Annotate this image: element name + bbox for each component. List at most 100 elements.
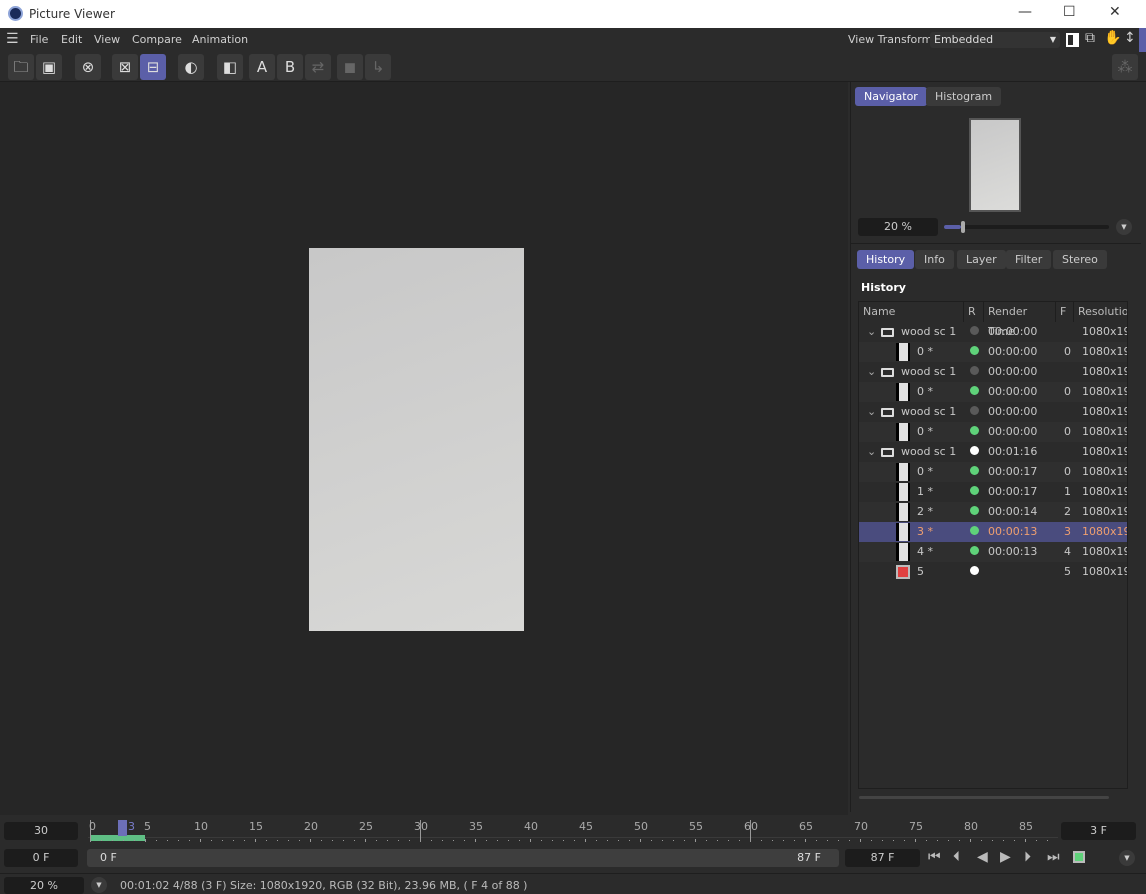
history-row[interactable]: 0 * 00:00:17 0 1080x192 <box>859 462 1127 482</box>
menu-compare[interactable]: Compare <box>132 33 182 46</box>
folder-icon <box>881 408 894 417</box>
zoom-slider-handle[interactable] <box>960 221 965 233</box>
open-folder-icon[interactable]: 🗀 <box>8 54 34 80</box>
ruler-tick <box>541 840 542 841</box>
swap-ab-icon[interactable]: ⇄ <box>305 54 331 80</box>
contrast-icon[interactable]: ◐ <box>178 54 204 80</box>
next-frame-icon[interactable]: ⏵ <box>1024 849 1031 865</box>
column-header-r[interactable]: R <box>964 302 984 322</box>
frame-thumbnail <box>896 383 910 401</box>
chevron-down-icon[interactable]: ⌄ <box>867 402 876 422</box>
current-frame-field[interactable]: 3 F <box>1061 822 1136 840</box>
status-dot-icon <box>970 346 979 355</box>
menu-file[interactable]: File <box>30 33 48 46</box>
tab-layer[interactable]: Layer <box>957 250 1006 269</box>
end-frame-field[interactable]: 87 F <box>845 849 920 867</box>
navigator-thumbnail[interactable] <box>969 118 1021 212</box>
go-to-end-icon[interactable]: ⏭ <box>1047 849 1060 865</box>
history-row[interactable]: ⌄ wood sc 1 00:00:00 1080x192 <box>859 362 1127 382</box>
frame-ruler[interactable]: 0 5 10 15 20 25 30 35 40 45 50 55 60 65 70 75 80 85 3 <box>0 815 1060 845</box>
menu-edit[interactable]: Edit <box>61 33 82 46</box>
navigator-zoom-field[interactable]: 20 % <box>858 218 938 236</box>
hamburger-menu-icon[interactable]: ☰ <box>6 31 19 47</box>
range-slider[interactable]: 0 F 87 F <box>87 849 839 867</box>
tab-histogram[interactable]: Histogram <box>926 87 1002 106</box>
frame-name: 3 * <box>917 525 933 538</box>
tab-stereo[interactable]: Stereo <box>1053 250 1107 269</box>
go-to-start-icon[interactable]: ⏮ <box>928 849 941 865</box>
history-row[interactable]: 1 * 00:00:17 1 1080x192 <box>859 482 1127 502</box>
move-vertical-icon[interactable]: ↕ <box>1124 30 1136 46</box>
zoom-slider[interactable] <box>944 221 1109 233</box>
column-header-resolution[interactable]: Resolution <box>1074 302 1127 322</box>
column-header-render-time[interactable]: Render Time <box>984 302 1056 338</box>
column-header-name[interactable]: Name <box>859 302 964 322</box>
menu-view[interactable]: View <box>94 33 120 46</box>
history-row[interactable]: 5 5 1080x192 <box>859 562 1127 582</box>
ruler-label: 35 <box>469 820 483 833</box>
play-backward-icon[interactable]: ◀ <box>977 849 988 865</box>
close-button[interactable]: ✕ <box>1109 4 1121 20</box>
history-row[interactable]: 4 * 00:00:13 4 1080x192 <box>859 542 1127 562</box>
start-frame-field[interactable]: 0 F <box>4 849 78 867</box>
resolution: 1080x192 <box>1082 425 1127 438</box>
history-row[interactable]: 0 * 00:00:00 0 1080x192 <box>859 382 1127 402</box>
set-a-button[interactable]: A <box>249 54 275 80</box>
history-row[interactable]: ⌄ wood sc 1 00:00:00 1080x192 <box>859 402 1127 422</box>
history-row[interactable]: 0 * 00:00:00 0 1080x192 <box>859 422 1127 442</box>
render-region-icon[interactable]: ⊠ <box>112 54 138 80</box>
maximize-button[interactable]: ☐ <box>1063 4 1076 20</box>
view-transform-select[interactable]: Embedded ▼ <box>930 32 1060 48</box>
external-window-icon[interactable]: ⧉ <box>1085 30 1095 46</box>
navigator-options-icon[interactable]: ▼ <box>1116 219 1132 235</box>
resolution: 1080x192 <box>1082 545 1127 558</box>
window-title: Picture Viewer <box>29 7 115 21</box>
split-view-icon[interactable] <box>1066 33 1079 47</box>
frame-number: 1 <box>1064 485 1071 498</box>
set-b-button[interactable]: B <box>277 54 303 80</box>
ruler-tick <box>904 840 905 841</box>
layers-icon[interactable]: ⁂ <box>1112 54 1138 80</box>
compare-ab-icon[interactable]: ◧ <box>217 54 243 80</box>
close-image-icon[interactable]: ⊗ <box>75 54 101 80</box>
render-time: 00:00:00 <box>988 325 1038 338</box>
overlay-icon[interactable]: ◼ <box>337 54 363 80</box>
ruler-tick <box>816 840 817 841</box>
chevron-down-icon[interactable]: ⌄ <box>867 322 876 342</box>
history-row[interactable]: 2 * 00:00:14 2 1080x192 <box>859 502 1127 522</box>
previous-frame-icon[interactable]: ⏴ <box>953 849 960 865</box>
horizontal-scrollbar[interactable] <box>859 796 1109 799</box>
history-row[interactable]: ⌄ wood sc 1 00:00:00 1080x192 <box>859 322 1127 342</box>
ruler-tick <box>233 840 234 841</box>
ruler-tick <box>299 840 300 841</box>
scrollbar[interactable] <box>1139 28 1146 52</box>
tab-info[interactable]: Info <box>915 250 954 269</box>
history-row[interactable]: 3 * 00:00:13 3 1080x192 <box>859 522 1127 542</box>
tab-navigator[interactable]: Navigator <box>855 87 927 106</box>
minimize-button[interactable]: — <box>1018 4 1032 20</box>
timeline-options-icon[interactable]: ▼ <box>1119 850 1135 866</box>
history-row[interactable]: ⌄ wood sc 1 00:01:16 1080x192 <box>859 442 1127 462</box>
image-viewport[interactable] <box>0 82 848 815</box>
save-icon[interactable]: ▣ <box>36 54 62 80</box>
hand-pan-icon[interactable]: ✋ <box>1104 30 1121 46</box>
zoom-options-icon[interactable]: ▼ <box>91 877 107 893</box>
menu-animation[interactable]: Animation <box>192 33 248 46</box>
column-header-f[interactable]: F <box>1056 302 1074 322</box>
timeline: 30 0 5 10 15 20 25 30 35 40 45 50 55 60 65 70 75 80 85 3 3… <box>0 815 1146 894</box>
render-chip-icon[interactable] <box>1073 851 1085 863</box>
chevron-down-icon[interactable]: ⌄ <box>867 442 876 462</box>
render-chip-icon[interactable]: ⊟ <box>140 54 166 80</box>
chevron-down-icon[interactable]: ⌄ <box>867 362 876 382</box>
tab-history[interactable]: History <box>857 250 915 269</box>
title-bar: Picture Viewer — ☐ ✕ <box>0 0 1146 28</box>
tab-filter[interactable]: Filter <box>1006 250 1052 269</box>
ruler-tick <box>871 840 872 841</box>
play-forward-icon[interactable]: ▶ <box>1000 849 1011 865</box>
history-row[interactable]: 0 * 00:00:00 0 1080x192 <box>859 342 1127 362</box>
export-icon[interactable]: ↳ <box>365 54 391 80</box>
status-zoom-field[interactable]: 20 % <box>4 877 84 894</box>
ruler-tick <box>453 840 454 841</box>
ruler-tick <box>222 840 223 841</box>
playhead[interactable] <box>118 820 127 836</box>
